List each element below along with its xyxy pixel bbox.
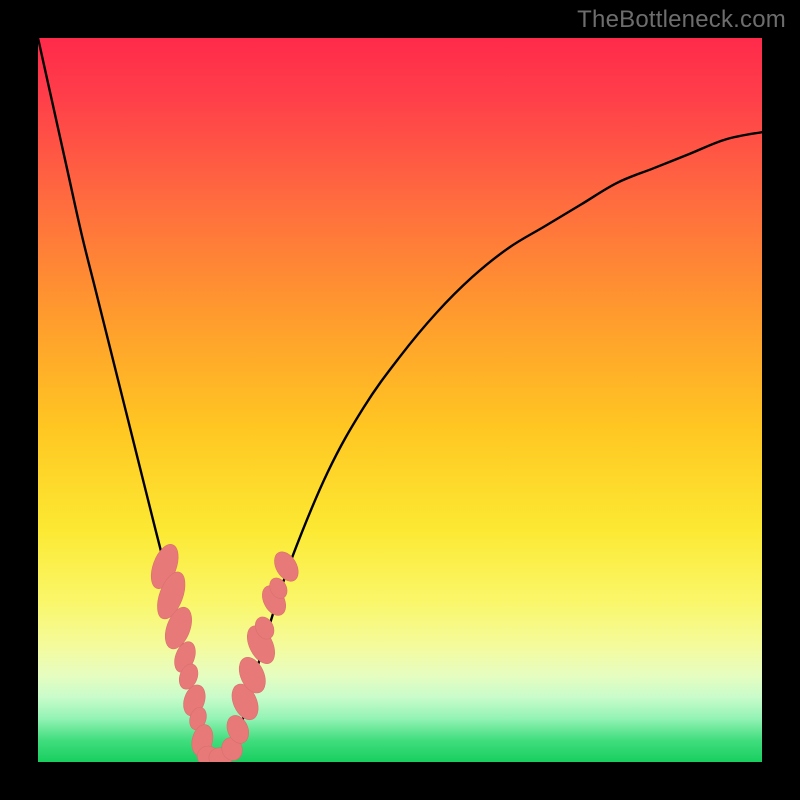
curve-markers: [146, 541, 303, 762]
chart-frame: TheBottleneck.com: [0, 0, 800, 800]
plot-area: [38, 38, 762, 762]
watermark-text: TheBottleneck.com: [577, 6, 786, 34]
bottleneck-curve: [38, 38, 762, 762]
chart-svg: [38, 38, 762, 762]
